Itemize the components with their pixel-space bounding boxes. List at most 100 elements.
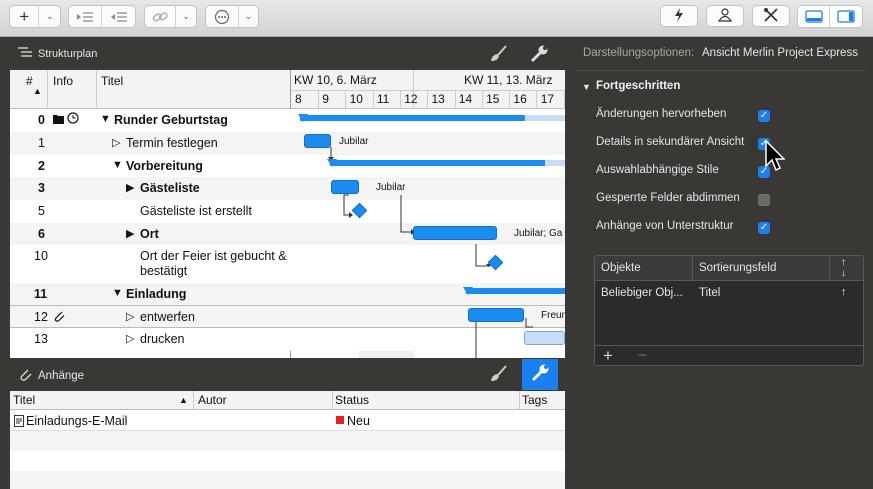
- remove-sort-button[interactable]: −: [638, 347, 647, 364]
- brush-icon[interactable]: [489, 44, 511, 64]
- disclosure-triangle-icon[interactable]: ▶: [126, 181, 134, 194]
- row-number: 11: [34, 287, 48, 301]
- disclosure-triangle-icon[interactable]: ▼: [112, 159, 123, 171]
- outline-header: Strukturplan: [18, 46, 97, 61]
- right-panel-icon[interactable]: [830, 6, 862, 27]
- sort-row-field[interactable]: Titel: [699, 287, 720, 299]
- chevron-down-icon[interactable]: ⌄: [176, 6, 196, 27]
- att-col-title[interactable]: Titel: [13, 393, 35, 407]
- att-col-tags[interactable]: Tags: [522, 393, 547, 407]
- disclosure-triangle-icon[interactable]: ▼: [100, 113, 111, 125]
- week-10-label: KW 10, 6. März: [294, 73, 377, 87]
- row-title[interactable]: entwerfen: [140, 310, 195, 324]
- plus-icon[interactable]: +: [10, 6, 40, 27]
- row-number: 5: [38, 204, 45, 218]
- row-title[interactable]: Gästeliste ist erstellt: [140, 204, 252, 218]
- brush-icon[interactable]: [489, 364, 511, 386]
- row-title[interactable]: Gästeliste: [140, 181, 200, 195]
- chevron-down-icon[interactable]: ⌄: [39, 6, 60, 27]
- wrench-icon[interactable]: [529, 44, 551, 64]
- section-advanced[interactable]: Fortgeschritten: [596, 80, 680, 92]
- row-number: 0: [38, 113, 45, 127]
- option-checkbox[interactable]: ✓: [758, 222, 770, 234]
- disclosure-triangle-icon[interactable]: ▷: [112, 136, 120, 149]
- task-bar-3[interactable]: [331, 180, 359, 194]
- sort-table: Objekte Sortierungsfeld ↑ ↓ Beliebiger Ob…: [594, 255, 864, 366]
- tools-button[interactable]: [752, 5, 790, 27]
- row-title[interactable]: Ort: [140, 227, 159, 241]
- row-title[interactable]: Runder Geburtstag: [114, 113, 228, 127]
- row-title-continued: bestätigt: [140, 264, 188, 278]
- row-number: 10: [34, 249, 48, 263]
- option-label: Details in sekundärer Ansicht: [596, 136, 745, 148]
- sort-row-object[interactable]: Beliebiger Obj...: [601, 287, 683, 299]
- tools-icon: [763, 7, 779, 26]
- sort-ascending-icon: ▲: [33, 86, 42, 96]
- day-label: 15: [486, 92, 500, 106]
- task-bar-12[interactable]: [468, 308, 524, 322]
- row-title[interactable]: Termin festlegen: [126, 136, 218, 150]
- toolbar: + ⌄ ⌄ ⌄: [0, 0, 873, 37]
- paperclip-icon: [18, 367, 32, 384]
- more-segment[interactable]: ⌄: [205, 5, 259, 28]
- indent-segment[interactable]: [68, 5, 136, 28]
- task-bar-1[interactable]: [304, 134, 331, 148]
- wrench-button-active[interactable]: [522, 359, 558, 390]
- display-options-value[interactable]: Ansicht Merlin Project Express: [702, 47, 858, 59]
- task-bar-6[interactable]: [413, 226, 497, 240]
- folder-icon: [53, 113, 64, 127]
- panel-toggle-segment[interactable]: [797, 5, 863, 28]
- paperclip-icon: [53, 310, 65, 325]
- sort-direction-icon[interactable]: ↑ ↓: [841, 257, 846, 279]
- attachment-title: Einladungs-E-Mail: [26, 414, 128, 428]
- col-num-header[interactable]: #: [26, 74, 33, 88]
- resource-icon: [717, 7, 733, 25]
- att-col-author[interactable]: Autor: [198, 393, 227, 407]
- indent-icon[interactable]: [69, 6, 103, 27]
- outline-icon: [18, 46, 32, 61]
- chevron-down-icon[interactable]: ⌄: [239, 6, 258, 27]
- row-title[interactable]: Vorbereitung: [126, 159, 203, 173]
- day-label: 12: [404, 92, 418, 106]
- add-sort-button[interactable]: +: [603, 346, 613, 366]
- disclosure-down-icon[interactable]: ▼: [582, 82, 591, 92]
- week-11-label: KW 11, 13. März: [464, 73, 553, 87]
- resource-button[interactable]: [706, 5, 744, 27]
- flash-icon: [674, 7, 684, 25]
- outline-view: # ▲ Info Titel KW 10, 6. März KW 11, 13.…: [10, 70, 565, 358]
- summary-bar-2[interactable]: [330, 160, 545, 166]
- row-title[interactable]: Ort der Feier ist gebucht &: [140, 249, 287, 263]
- sort-col-objects[interactable]: Objekte: [601, 262, 641, 274]
- row-number: 1: [38, 136, 45, 150]
- sort-up-icon[interactable]: ↑: [841, 286, 847, 298]
- disclosure-triangle-icon[interactable]: ▷: [126, 332, 134, 345]
- disclosure-triangle-icon[interactable]: ▼: [112, 287, 123, 299]
- option-checkbox[interactable]: ✓: [758, 110, 770, 122]
- flash-button[interactable]: [660, 5, 698, 27]
- bottom-panel-icon[interactable]: [798, 6, 831, 27]
- option-label: Änderungen hervorheben: [596, 108, 727, 120]
- row-title[interactable]: Einladung: [126, 287, 186, 301]
- status-badge: Neu: [347, 414, 370, 428]
- link-segment[interactable]: ⌄: [144, 5, 197, 28]
- row-title[interactable]: drucken: [140, 332, 184, 346]
- option-checkbox[interactable]: [758, 194, 770, 206]
- outdent-icon[interactable]: [102, 6, 135, 27]
- sort-ascending-icon: ▲: [179, 395, 188, 405]
- row-number: 2: [38, 159, 45, 173]
- task-bar-13[interactable]: [524, 331, 565, 345]
- att-col-status[interactable]: Status: [335, 393, 369, 407]
- add-segment[interactable]: + ⌄: [9, 5, 61, 28]
- disclosure-triangle-icon[interactable]: ▷: [126, 310, 134, 323]
- link-icon[interactable]: [145, 6, 177, 27]
- attachments-table: Titel ▲ Autor Status Tags Einladungs-E-M…: [10, 391, 565, 489]
- sort-col-field[interactable]: Sortierungsfeld: [699, 262, 776, 274]
- disclosure-triangle-icon[interactable]: ▶: [126, 227, 134, 240]
- ellipsis-icon[interactable]: [206, 6, 239, 27]
- summary-bar-11[interactable]: [466, 288, 565, 294]
- summary-bar-0[interactable]: [300, 115, 525, 121]
- col-title-header[interactable]: Titel: [101, 74, 123, 88]
- col-info-header[interactable]: Info: [53, 74, 73, 88]
- day-label: 14: [458, 92, 473, 106]
- option-label: Gesperrte Felder abdimmen: [596, 192, 740, 204]
